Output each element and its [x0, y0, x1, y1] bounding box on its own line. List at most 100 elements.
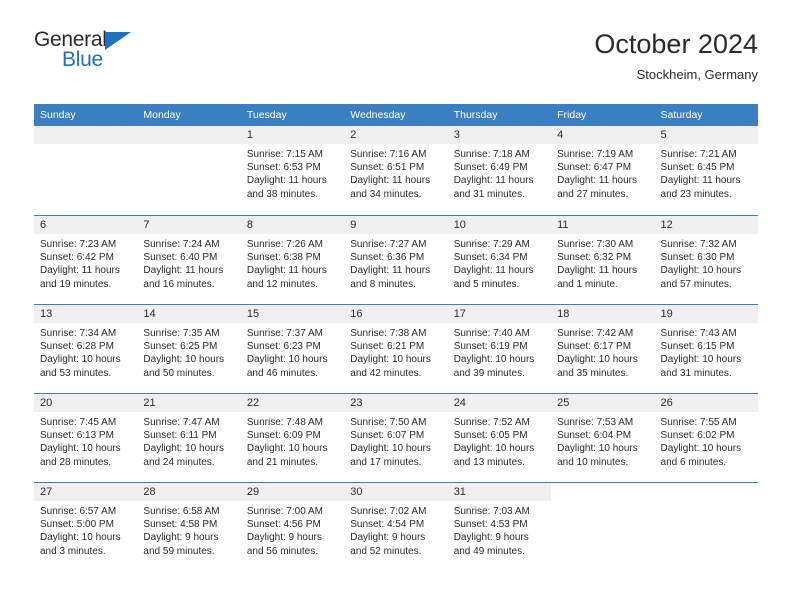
dow-tuesday: Tuesday [246, 109, 287, 121]
day-number [34, 126, 138, 144]
sunset-text: Sunset: 6:11 PM [143, 430, 217, 442]
daylight-text-line1: Daylight: 10 hours [143, 354, 225, 366]
sunset-text: Sunset: 6:36 PM [350, 252, 425, 264]
daylight-text-line2: and 59 minutes. [143, 545, 215, 557]
sunrise-text: Sunrise: 7:55 AM [660, 417, 737, 428]
calendar-day-cell[interactable]: 25 Sunrise: 7:53 AM Sunset: 6:04 PM Dayligh… [551, 394, 655, 482]
page-header: General Blue October 2024 Stockheim, Ger… [34, 28, 758, 100]
calendar-day-cell[interactable]: 10 Sunrise: 7:29 AM Sunset: 6:34 PM Dayligh… [447, 216, 552, 304]
calendar-day-cell[interactable]: 21 Sunrise: 7:47 AM Sunset: 6:11 PM Dayligh… [137, 394, 241, 482]
day-number: 20 [34, 394, 138, 412]
daylight-text-line2: and 46 minutes. [246, 367, 319, 379]
calendar-page: General Blue October 2024 Stockheim, Ger… [0, 0, 792, 612]
sunset-text: Sunset: 4:58 PM [143, 519, 218, 531]
daylight-text-line1: Daylight: 10 hours [40, 354, 121, 366]
daylight-text-line2: and 6 minutes. [660, 456, 727, 468]
calendar-day-cell[interactable]: 6 Sunrise: 7:23 AM Sunset: 6:42 PM Daylight… [34, 216, 138, 304]
calendar-day-cell[interactable]: 14 Sunrise: 7:35 AM Sunset: 6:25 PM Dayligh… [137, 305, 241, 393]
general-blue-logo[interactable]: General Blue [34, 28, 154, 76]
calendar-day-cell[interactable]: 4 Sunrise: 7:19 AM Sunset: 6:47 PM Daylight… [551, 126, 655, 215]
daylight-text-line1: Daylight: 10 hours [453, 443, 535, 455]
calendar-day-cell[interactable]: 28 Sunrise: 6:58 AM Sunset: 4:58 PM Dayligh… [137, 483, 241, 571]
day-number: 25 [551, 394, 655, 412]
sunset-text: Sunset: 6:02 PM [660, 430, 735, 442]
daylight-text-line2: and 39 minutes. [453, 367, 525, 379]
sunset-text: Sunset: 6:21 PM [350, 341, 425, 353]
day-details: Sunrise: 7:29 AM Sunset: 6:34 PM Daylight:… [448, 234, 551, 291]
calendar-day-cell[interactable]: 23 Sunrise: 7:50 AM Sunset: 6:07 PM Dayligh… [344, 394, 448, 482]
daylight-text-line2: and 28 minutes. [40, 456, 112, 468]
calendar-day-cell[interactable]: 22 Sunrise: 7:48 AM Sunset: 6:09 PM Dayligh… [240, 394, 345, 482]
calendar-day-cell[interactable]: 26 Sunrise: 7:55 AM Sunset: 6:02 PM Dayligh… [654, 394, 758, 482]
daylight-text-line2: and 3 minutes. [40, 545, 106, 557]
calendar-day-cell[interactable]: 24 Sunrise: 7:52 AM Sunset: 6:05 PM Dayligh… [447, 394, 552, 482]
day-details: Sunrise: 7:24 AM Sunset: 6:40 PM Daylight:… [137, 234, 240, 291]
calendar-day-cell[interactable]: 9 Sunrise: 7:27 AM Sunset: 6:36 PM Daylight… [344, 216, 448, 304]
calendar-day-cell[interactable]: 18 Sunrise: 7:42 AM Sunset: 6:17 PM Dayligh… [551, 305, 655, 393]
calendar-week-row: 20 Sunrise: 7:45 AM Sunset: 6:13 PM Dayligh… [34, 393, 758, 482]
daylight-text-line2: and 5 minutes. [453, 278, 520, 290]
sunrise-text: Sunrise: 7:15 AM [246, 149, 323, 160]
calendar-day-cell[interactable]: 31 Sunrise: 7:03 AM Sunset: 4:53 PM Dayligh… [447, 483, 552, 571]
calendar-week-row: 13 Sunrise: 7:34 AM Sunset: 6:28 PM Dayligh… [34, 304, 758, 393]
dow-friday: Friday [557, 109, 587, 121]
day-details: Sunrise: 7:48 AM Sunset: 6:09 PM Daylight:… [241, 412, 344, 469]
sunrise-text: Sunrise: 7:29 AM [453, 239, 530, 250]
day-number: 27 [34, 483, 138, 501]
page-subtitle: Stockheim, Germany [636, 67, 758, 82]
calendar-day-cell[interactable]: 19 Sunrise: 7:43 AM Sunset: 6:15 PM Dayligh… [654, 305, 758, 393]
sunset-text: Sunset: 6:19 PM [453, 341, 528, 353]
day-details: Sunrise: 7:30 AM Sunset: 6:32 PM Daylight:… [551, 234, 654, 291]
daylight-text-line1: Daylight: 11 hours [350, 175, 431, 187]
calendar-day-cell[interactable]: 20 Sunrise: 7:45 AM Sunset: 6:13 PM Dayligh… [34, 394, 138, 482]
day-number: 22 [240, 394, 345, 412]
sunrise-text: Sunrise: 7:30 AM [557, 239, 634, 250]
daylight-text-line2: and 23 minutes. [660, 188, 732, 200]
sunrise-text: Sunrise: 7:19 AM [557, 149, 634, 160]
sunset-text: Sunset: 6:25 PM [143, 341, 218, 353]
daylight-text-line2: and 38 minutes. [246, 188, 319, 200]
daylight-text-line2: and 13 minutes. [453, 456, 525, 468]
calendar-day-cell[interactable]: 5 Sunrise: 7:21 AM Sunset: 6:45 PM Daylight… [654, 126, 758, 215]
daylight-text-line2: and 8 minutes. [350, 278, 416, 290]
dow-thursday: Thursday [453, 109, 498, 121]
daylight-text-line1: Daylight: 9 hours [246, 532, 322, 544]
daylight-text-line1: Daylight: 11 hours [40, 265, 120, 277]
day-number [137, 126, 241, 144]
day-details: Sunrise: 7:02 AM Sunset: 4:54 PM Daylight:… [344, 501, 447, 558]
sunrise-text: Sunrise: 7:42 AM [557, 328, 634, 339]
daylight-text-line1: Daylight: 10 hours [40, 532, 121, 544]
calendar-day-cell[interactable]: 13 Sunrise: 7:34 AM Sunset: 6:28 PM Dayligh… [34, 305, 138, 393]
calendar-day-cell[interactable]: 29 Sunrise: 7:00 AM Sunset: 4:56 PM Dayligh… [240, 483, 345, 571]
day-number: 18 [551, 305, 655, 323]
day-number: 14 [137, 305, 241, 323]
calendar-day-cell[interactable]: 27 Sunrise: 6:57 AM Sunset: 5:00 PM Dayligh… [34, 483, 138, 571]
calendar-day-cell[interactable]: 1 Sunrise: 7:15 AM Sunset: 6:53 PM Daylight… [240, 126, 345, 215]
calendar-day-cell[interactable]: 7 Sunrise: 7:24 AM Sunset: 6:40 PM Daylight… [137, 216, 241, 304]
day-number: 21 [137, 394, 241, 412]
daylight-text-line1: Daylight: 11 hours [143, 265, 224, 277]
calendar-day-cell[interactable]: 11 Sunrise: 7:30 AM Sunset: 6:32 PM Dayligh… [551, 216, 655, 304]
day-number: 4 [551, 126, 655, 144]
sunrise-text: Sunrise: 7:26 AM [246, 239, 323, 250]
day-details: Sunrise: 7:34 AM Sunset: 6:28 PM Daylight:… [34, 323, 137, 380]
calendar-day-cell[interactable]: 17 Sunrise: 7:40 AM Sunset: 6:19 PM Dayligh… [447, 305, 552, 393]
calendar-day-cell[interactable]: 30 Sunrise: 7:02 AM Sunset: 4:54 PM Dayligh… [344, 483, 448, 571]
day-number: 10 [447, 216, 552, 234]
calendar-week-row: 6 Sunrise: 7:23 AM Sunset: 6:42 PM Daylight… [34, 215, 758, 304]
calendar-day-cell[interactable]: 8 Sunrise: 7:26 AM Sunset: 6:38 PM Daylight… [240, 216, 345, 304]
day-number: 16 [344, 305, 448, 323]
calendar-day-cell[interactable]: 12 Sunrise: 7:32 AM Sunset: 6:30 PM Dayligh… [654, 216, 758, 304]
day-number: 23 [344, 394, 448, 412]
daylight-text-line1: Daylight: 11 hours [453, 175, 534, 187]
calendar-day-cell[interactable]: 15 Sunrise: 7:37 AM Sunset: 6:23 PM Dayligh… [240, 305, 345, 393]
sunset-text: Sunset: 6:09 PM [246, 430, 321, 442]
dow-sunday: Sunday [40, 109, 76, 121]
daylight-text-line2: and 57 minutes. [660, 278, 732, 290]
calendar-day-cell[interactable]: 2 Sunrise: 7:16 AM Sunset: 6:51 PM Daylight… [344, 126, 448, 215]
daylight-text-line1: Daylight: 10 hours [660, 265, 742, 277]
sunset-text: Sunset: 6:30 PM [660, 252, 735, 264]
calendar-day-cell[interactable]: 16 Sunrise: 7:38 AM Sunset: 6:21 PM Dayligh… [344, 305, 448, 393]
calendar-day-cell[interactable]: 3 Sunrise: 7:18 AM Sunset: 6:49 PM Daylight… [447, 126, 552, 215]
dow-monday: Monday [143, 109, 181, 121]
